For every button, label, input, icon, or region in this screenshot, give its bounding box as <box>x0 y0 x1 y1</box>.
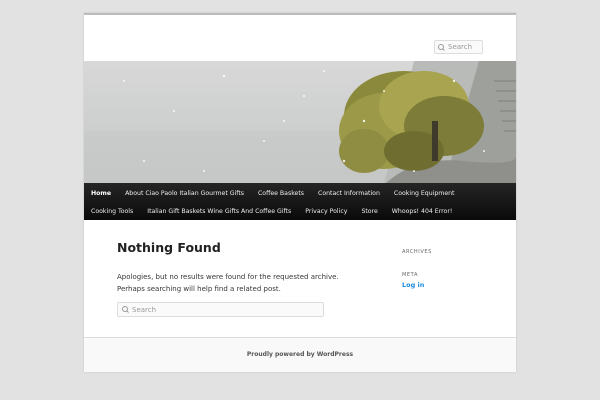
menu-item-italian-gift-baskets[interactable]: Italian Gift Baskets Wine Gifts And Coff… <box>140 203 298 221</box>
menu-row-2: Cooking Tools Italian Gift Baskets Wine … <box>84 203 459 221</box>
menu-item-cooking-tools[interactable]: Cooking Tools <box>84 203 140 221</box>
no-results-text: Apologies, but no results were found for… <box>117 273 339 293</box>
main-navigation: Home About Ciao Paolo Italian Gourmet Gi… <box>84 183 516 220</box>
menu-item-home[interactable]: Home <box>84 185 118 203</box>
site-footer: Proudly powered by WordPress <box>84 337 516 372</box>
menu-item-cooking-equipment[interactable]: Cooking Equipment <box>387 185 462 203</box>
content-search-input[interactable]: Search <box>117 302 324 317</box>
archives-widget-title: ARCHIVES <box>402 249 432 255</box>
meta-widget-title: META <box>402 272 418 278</box>
page-title: Nothing Found <box>117 240 221 255</box>
site-header: Search <box>84 13 516 185</box>
menu-item-coffee-baskets[interactable]: Coffee Baskets <box>251 185 311 203</box>
search-icon <box>122 306 129 313</box>
menu-item-privacy-policy[interactable]: Privacy Policy <box>298 203 354 221</box>
search-icon <box>438 43 445 51</box>
header-image <box>84 61 516 185</box>
footer-credit-link[interactable]: Proudly powered by WordPress <box>84 351 516 358</box>
menu-item-404[interactable]: Whoops! 404 Error! <box>385 203 460 221</box>
header-image-lake-willow <box>84 61 516 185</box>
header-search-placeholder: Search <box>448 43 473 51</box>
content-search-placeholder: Search <box>132 305 157 314</box>
menu-item-contact[interactable]: Contact Information <box>311 185 387 203</box>
page: Search Home About Ciao Paolo Italian Gou… <box>84 13 516 372</box>
header-search-input[interactable]: Search <box>434 40 483 54</box>
menu-item-about[interactable]: About Ciao Paolo Italian Gourmet Gifts <box>118 185 251 203</box>
main-content: Nothing Found Apologies, but no results … <box>84 220 516 337</box>
menu-item-store[interactable]: Store <box>354 203 384 221</box>
login-link[interactable]: Log in <box>402 281 424 289</box>
menu-row-1: Home About Ciao Paolo Italian Gourmet Gi… <box>84 185 461 203</box>
